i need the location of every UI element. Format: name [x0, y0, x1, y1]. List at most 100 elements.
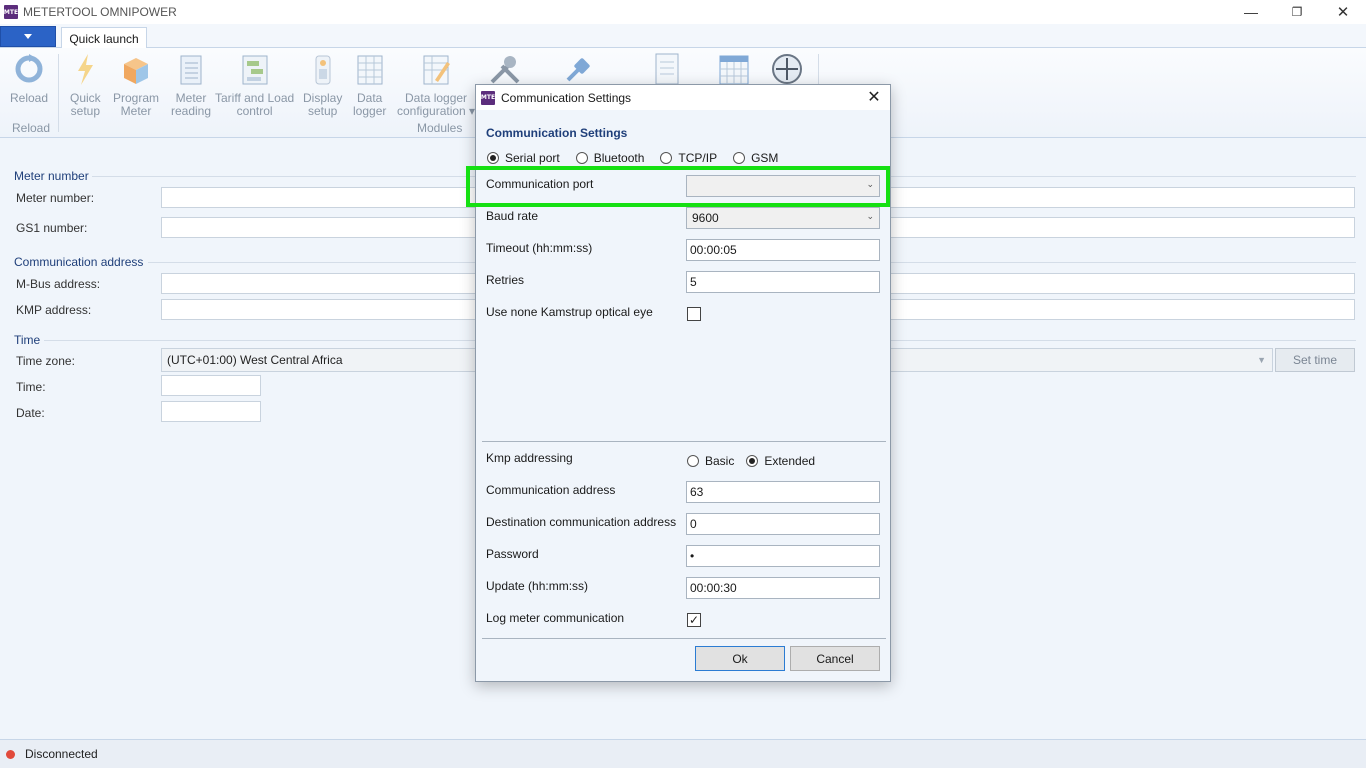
window-controls: — ❐ ✕: [1228, 0, 1366, 24]
tariff-icon: [242, 55, 268, 85]
notebook-icon: [180, 55, 202, 85]
chevron-down-icon: [24, 34, 32, 39]
close-window-button[interactable]: ✕: [1320, 0, 1366, 24]
kmp-addressing-radio-group: Basic Extended: [687, 454, 831, 468]
box-icon: [124, 58, 148, 84]
tab-quick-launch[interactable]: Quick launch: [61, 27, 147, 49]
destination-address-input[interactable]: 0: [686, 513, 880, 535]
retries-label: Retries: [486, 273, 525, 287]
display-setup-button[interactable]: Display setup: [303, 52, 342, 118]
password-label: Password: [486, 547, 539, 561]
retries-input[interactable]: 5: [686, 271, 880, 293]
status-bar: Disconnected: [0, 739, 1366, 768]
title-bar: MTE METERTOOL OMNIPOWER — ❐ ✕: [0, 0, 1366, 24]
communication-address-section-title: Communication address: [14, 255, 144, 269]
app-title: METERTOOL OMNIPOWER: [23, 5, 177, 19]
tariff-label-2: control: [236, 104, 273, 118]
data-logger-button[interactable]: Data logger: [353, 52, 386, 118]
group-label-modules: Modules: [417, 121, 463, 135]
time-input[interactable]: [161, 375, 261, 396]
config-icon: [423, 55, 451, 85]
meter-number-label: Meter number:: [16, 191, 95, 205]
basic-radio[interactable]: [687, 455, 699, 467]
optical-eye-checkbox[interactable]: [687, 307, 701, 321]
tariff-load-control-button[interactable]: Tariff and Load control: [215, 52, 294, 118]
log-communication-checkbox[interactable]: ✓: [687, 613, 701, 627]
tools-icon[interactable]: [488, 52, 522, 86]
set-time-button[interactable]: Set time: [1275, 348, 1355, 372]
minimize-button[interactable]: —: [1228, 0, 1274, 24]
lightning-icon: [78, 54, 94, 85]
gsm-radio[interactable]: [733, 152, 746, 164]
app-logo: MTE: [4, 5, 18, 19]
log-communication-label: Log meter communication: [486, 611, 625, 625]
baud-rate-select[interactable]: 9600 ⌄: [686, 207, 880, 229]
restore-button[interactable]: ❐: [1274, 0, 1320, 24]
connection-type-radio-group: Serial port Bluetooth TCP/IP GSM: [487, 151, 794, 165]
quick-setup-button[interactable]: Quick setup: [70, 52, 101, 118]
baud-rate-value: 9600: [692, 211, 719, 225]
dialog-title-bar: MTE Communication Settings ✕: [476, 85, 890, 110]
network-icon[interactable]: [770, 52, 804, 86]
meter-reading-button[interactable]: Meter reading: [171, 52, 211, 118]
status-text: Disconnected: [25, 747, 98, 761]
group-label-reload: Reload: [12, 121, 51, 135]
serial-port-label: Serial port: [505, 151, 560, 165]
reload-icon: [15, 54, 43, 83]
group-separator: [58, 54, 59, 132]
meter-number-section-title: Meter number: [14, 169, 89, 183]
grid-icon: [357, 55, 383, 85]
ok-button[interactable]: Ok: [695, 646, 785, 671]
display-icon: [315, 55, 331, 85]
communication-address-input[interactable]: 63: [686, 481, 880, 503]
communication-address-label: Communication address: [486, 483, 616, 497]
gsm-label: GSM: [751, 151, 779, 165]
bluetooth-radio[interactable]: [575, 152, 588, 164]
status-indicator-icon: [6, 749, 15, 759]
tcpip-label: TCP/IP: [678, 151, 718, 165]
mbus-address-label: M-Bus address:: [16, 277, 101, 291]
date-input[interactable]: [161, 401, 261, 422]
dialog-title: Communication Settings: [501, 90, 632, 105]
update-label: Update (hh:mm:ss): [486, 579, 589, 593]
update-input[interactable]: 00:00:30: [686, 577, 880, 599]
dialog-logo: MTE: [481, 90, 495, 105]
document-icon[interactable]: [652, 52, 682, 86]
time-zone-label: Time zone:: [16, 354, 75, 368]
connect-icon[interactable]: [562, 52, 596, 86]
highlight-box: [466, 166, 890, 207]
reload-button[interactable]: Reload: [10, 52, 48, 105]
divider: [482, 638, 886, 639]
meter-reading-label-2: reading: [171, 104, 212, 118]
dialog-heading: Communication Settings: [486, 126, 628, 140]
chevron-down-icon: ⌄: [866, 211, 874, 221]
extended-radio[interactable]: [746, 455, 759, 467]
serial-port-radio[interactable]: [487, 152, 499, 164]
display-setup-label-2: setup: [308, 104, 338, 118]
password-input[interactable]: •: [686, 545, 880, 567]
data-logger-configuration-button[interactable]: Data logger configuration ▾: [397, 52, 475, 118]
quick-setup-label-2: setup: [70, 104, 101, 118]
ribbon-tabs: Quick launch: [0, 24, 1366, 49]
close-icon[interactable]: ✕: [864, 87, 884, 107]
timeout-input[interactable]: 00:00:05: [686, 239, 880, 261]
destination-address-label: Destination communication address: [486, 515, 677, 529]
program-meter-button[interactable]: Program Meter: [113, 52, 159, 118]
baud-rate-label: Baud rate: [486, 209, 539, 223]
data-logger-config-label-2: configuration ▾: [397, 104, 476, 118]
basic-label: Basic: [705, 454, 735, 468]
cancel-button[interactable]: Cancel: [790, 646, 880, 671]
calendar-icon[interactable]: [718, 52, 750, 86]
date-label: Date:: [16, 406, 45, 420]
data-logger-label-2: logger: [353, 104, 387, 118]
divider: [482, 441, 886, 442]
timeout-label: Timeout (hh:mm:ss): [486, 241, 593, 255]
bluetooth-label: Bluetooth: [593, 151, 645, 165]
checkmark-icon: ✓: [688, 613, 700, 627]
gs1-number-label: GS1 number:: [16, 221, 88, 235]
time-section-title: Time: [14, 333, 41, 347]
application-menu-button[interactable]: [0, 26, 56, 47]
time-zone-value: (UTC+01:00) West Central Africa: [167, 353, 343, 367]
extended-label: Extended: [764, 454, 816, 468]
tcpip-radio[interactable]: [660, 152, 673, 164]
